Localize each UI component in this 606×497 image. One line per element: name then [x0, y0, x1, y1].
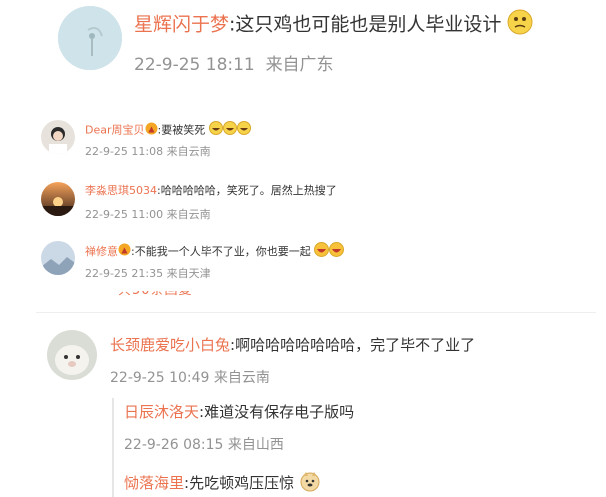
laughing-tears-emoji-icon: [222, 121, 237, 140]
comment-text: :要被笑死: [157, 123, 206, 137]
comment-meta: 22-9-25 21:35 来自天津: [85, 265, 211, 281]
comment-line: 禅修意 ▲:不能我一个人毕不了业，你也要一起: [85, 242, 345, 262]
svg-text:▲: ▲: [121, 246, 128, 255]
location: 来自云南: [166, 208, 211, 221]
timestamp: 22-9-25 11:00: [85, 208, 164, 221]
thinking-emoji-icon: [507, 9, 533, 41]
svg-text:▲: ▲: [148, 124, 155, 133]
location: 来自云南: [213, 370, 270, 386]
reply-line: 恸落海里:先吃顿鸡压压惊: [124, 470, 321, 497]
comment-text: :哈哈哈哈哈，笑死了。居然上热搜了: [157, 184, 337, 197]
reply-line: 日辰沐洛天:难道没有保存电子版吗: [124, 402, 354, 422]
laughing-tears-emoji-icon: [208, 121, 223, 140]
comment-text: :啊哈哈哈哈哈哈哈，完了毕不了业了: [230, 336, 476, 354]
username[interactable]: 长颈鹿爱吃小白兔: [110, 336, 230, 354]
username[interactable]: 禅修意: [85, 245, 118, 258]
comment-text: :这只鸡也可能也是别人毕业设计: [229, 13, 502, 36]
reply-text: :先吃顿鸡压压惊: [184, 474, 295, 492]
avatar-image: [58, 6, 122, 70]
avatar[interactable]: [58, 6, 122, 70]
timestamp: 22-9-25 10:49: [110, 370, 210, 386]
location: 来自广东: [265, 55, 334, 75]
location: 来自天津: [166, 267, 211, 280]
username[interactable]: 日辰沐洛天: [124, 403, 199, 421]
comment-line: 长颈鹿爱吃小白兔:啊哈哈哈哈哈哈哈，完了毕不了业了: [110, 335, 475, 355]
username[interactable]: Dear周宝贝: [85, 124, 145, 137]
avatar[interactable]: [41, 241, 75, 275]
laughing-emoji-icon: [314, 242, 330, 262]
comment-meta: 22-9-25 11:00 来自云南: [85, 206, 211, 222]
comment-meta: 22-9-25 18:11 来自广东: [134, 50, 334, 75]
avatar[interactable]: [41, 120, 75, 154]
location: 来自山西: [227, 437, 284, 453]
laughing-emoji-icon: [329, 242, 345, 262]
comment-line: Dear周宝贝 ▲:要被笑死: [85, 121, 251, 140]
comment-meta: 22-9-25 10:49 来自云南: [110, 367, 270, 387]
user-badge-icon: ▲: [118, 243, 131, 261]
doge-emoji-icon: [299, 470, 321, 497]
username[interactable]: 星辉闪于梦: [134, 14, 229, 36]
laughing-tears-emoji-icon: [236, 121, 251, 140]
reply-count-link[interactable]: 共50条回复: [118, 291, 193, 300]
location: 来自云南: [166, 145, 211, 158]
timestamp: 22-9-25 11:08: [85, 145, 164, 158]
divider: [36, 312, 596, 313]
timestamp: 22-9-25 21:35: [85, 267, 164, 280]
timestamp: 22-9-26 08:15: [124, 437, 224, 453]
comment-meta: 22-9-25 11:08 来自云南: [85, 143, 211, 159]
comment-text: :不能我一个人毕不了业，你也要一起: [131, 245, 311, 258]
user-badge-icon: ▲: [145, 122, 158, 140]
comment-line: 李淼思琪5034:哈哈哈哈哈，笑死了。居然上热搜了: [85, 183, 337, 199]
reply-thread-line: [112, 398, 114, 497]
avatar[interactable]: [47, 330, 97, 380]
username[interactable]: 恸落海里: [124, 474, 184, 492]
avatar[interactable]: [41, 182, 75, 216]
reply-text: :难道没有保存电子版吗: [199, 403, 355, 421]
timestamp: 22-9-25 18:11: [134, 55, 255, 75]
reply-meta: 22-9-26 08:15 来自山西: [124, 434, 284, 454]
comment-line: 星辉闪于梦:这只鸡也可能也是别人毕业设计: [134, 9, 533, 41]
username[interactable]: 李淼思琪5034: [85, 184, 157, 197]
